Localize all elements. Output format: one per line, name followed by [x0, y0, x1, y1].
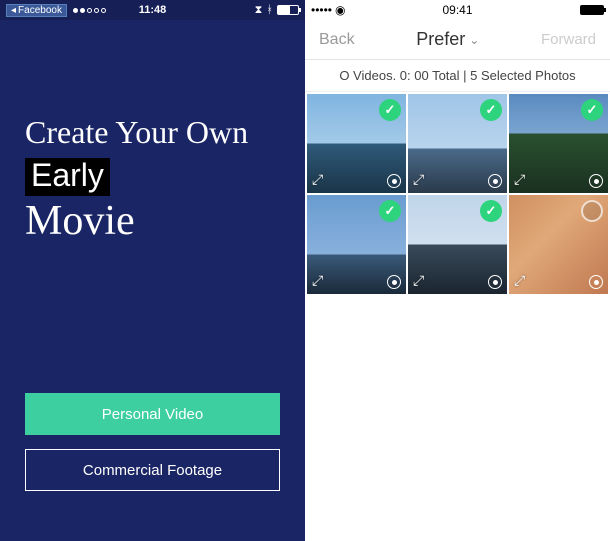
selection-info: O Videos. 0: 00 Total | 5 Selected Photo… [305, 60, 610, 92]
hero-title: Create Your Own Early Movie [25, 115, 248, 245]
target-icon [387, 275, 401, 289]
photo-thumbnail[interactable]: ⤢ [509, 195, 608, 294]
target-icon [387, 174, 401, 188]
unchecked-circle-icon[interactable] [581, 200, 603, 222]
hero-line-1: Create Your Own [25, 115, 248, 150]
expand-icon[interactable]: ⤢ [312, 171, 323, 188]
expand-icon[interactable]: ⤢ [514, 272, 525, 289]
commercial-footage-button[interactable]: Commercial Footage [25, 449, 280, 491]
hero-line-2: Early [25, 158, 110, 196]
target-icon [488, 275, 502, 289]
signal-dots-icon: ••••• [311, 3, 332, 17]
chevron-left-icon: ◂ [11, 5, 16, 16]
target-icon [488, 174, 502, 188]
clock: 09:41 [442, 3, 472, 17]
chevron-down-icon: ⌄ [469, 33, 479, 47]
title-label: Prefer [416, 29, 465, 50]
battery-icon [580, 5, 604, 15]
back-button[interactable]: Back [319, 31, 355, 49]
expand-icon[interactable]: ⤢ [312, 272, 323, 289]
target-icon [589, 275, 603, 289]
status-icons: ⧗ ᚼ [255, 4, 299, 17]
check-icon[interactable]: ✓ [581, 99, 603, 121]
target-icon [589, 174, 603, 188]
photo-picker-screen: ••••• ◉ 09:41 Back Prefer ⌄ Forward O Vi… [305, 0, 610, 541]
signal-icons: ••••• ◉ [311, 3, 346, 17]
photo-thumbnail[interactable]: ✓⤢ [307, 195, 406, 294]
navigation-bar: Back Prefer ⌄ Forward [305, 20, 610, 60]
check-icon[interactable]: ✓ [379, 200, 401, 222]
expand-icon[interactable]: ⤢ [413, 272, 424, 289]
welcome-screen: ◂ Facebook 11:48 ⧗ ᚼ Create Your Own Ear… [0, 0, 305, 541]
forward-button[interactable]: Forward [541, 31, 596, 48]
back-app-label: Facebook [18, 5, 62, 16]
expand-icon[interactable]: ⤢ [514, 171, 525, 188]
title-dropdown[interactable]: Prefer ⌄ [416, 29, 479, 50]
photo-thumbnail[interactable]: ✓⤢ [408, 94, 507, 193]
check-icon[interactable]: ✓ [480, 99, 502, 121]
action-buttons: Personal Video Commercial Footage [25, 393, 280, 491]
signal-strength-icon [73, 8, 106, 13]
expand-icon[interactable]: ⤢ [413, 171, 424, 188]
check-icon[interactable]: ✓ [379, 99, 401, 121]
alarm-icon: ⧗ [255, 4, 263, 17]
battery-icon [277, 5, 299, 15]
photo-thumbnail[interactable]: ✓⤢ [408, 195, 507, 294]
bluetooth-icon: ᚼ [266, 4, 273, 16]
photo-grid: ✓⤢✓⤢✓⤢✓⤢✓⤢⤢ [305, 92, 610, 296]
check-icon[interactable]: ✓ [480, 200, 502, 222]
back-to-app-button[interactable]: ◂ Facebook [6, 4, 67, 17]
status-bar: ••••• ◉ 09:41 [305, 0, 610, 20]
photo-thumbnail[interactable]: ✓⤢ [509, 94, 608, 193]
clock: 11:48 [139, 4, 167, 16]
photo-thumbnail[interactable]: ✓⤢ [307, 94, 406, 193]
wifi-icon: ◉ [335, 3, 345, 17]
status-bar: ◂ Facebook 11:48 ⧗ ᚼ [0, 0, 305, 20]
personal-video-button[interactable]: Personal Video [25, 393, 280, 435]
hero-line-3: Movie [25, 198, 248, 244]
